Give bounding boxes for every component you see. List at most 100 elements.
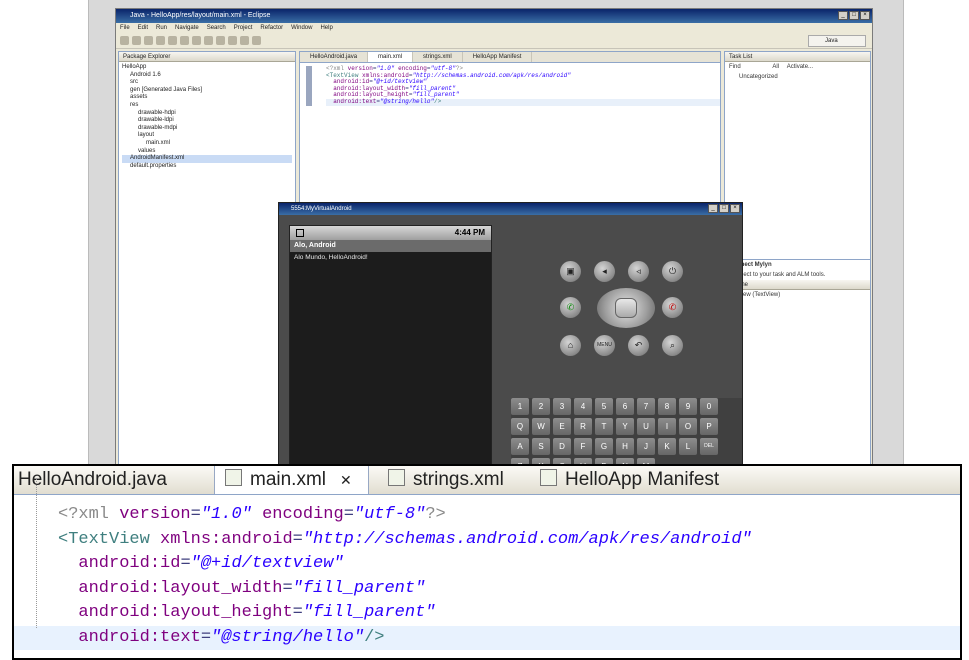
menu-refactor[interactable]: Refactor — [260, 23, 283, 33]
menu-icon[interactable]: MENU — [594, 335, 615, 356]
task-activate-link[interactable]: Activate... — [787, 64, 813, 70]
editor-code-small[interactable]: <?xml version="1.0" encoding="utf-8"?> <T… — [300, 63, 720, 106]
keyboard-key[interactable]: 0 — [700, 398, 718, 415]
tab-main-xml[interactable]: main.xml — [368, 52, 414, 62]
keyboard-key[interactable]: K — [658, 438, 676, 455]
menu-edit[interactable]: Edit — [138, 23, 148, 33]
tab-strings-xml[interactable]: strings.xml — [413, 52, 463, 62]
task-all-link[interactable]: All — [772, 64, 779, 70]
perspective-switcher[interactable]: Java — [808, 35, 866, 47]
zoomed-code[interactable]: <?xml version="1.0" encoding="utf-8"?> <T… — [14, 495, 960, 650]
keyboard-key[interactable]: Q — [511, 418, 529, 435]
tree-item[interactable]: values — [122, 148, 292, 156]
tree-item[interactable]: src — [122, 79, 292, 87]
home-icon[interactable]: ⌂ — [560, 335, 581, 356]
task-list-tab[interactable]: Task List — [725, 52, 870, 62]
outline-item[interactable]: textview (TextView) — [725, 290, 870, 300]
zoom-tab-strings-xml[interactable]: strings.xml — [370, 466, 520, 494]
keyboard-key[interactable]: D — [553, 438, 571, 455]
keyboard-key[interactable]: 2 — [532, 398, 550, 415]
keyboard-key[interactable]: W — [532, 418, 550, 435]
zoom-tab-main-xml[interactable]: main.xml ✕ — [214, 466, 369, 494]
tree-item[interactable]: gen [Generated Java Files] — [122, 87, 292, 95]
menu-help[interactable]: Help — [320, 23, 332, 33]
zoom-tab-helloandroid-java[interactable]: HelloAndroid.java — [14, 466, 198, 494]
keyboard-key[interactable]: 9 — [679, 398, 697, 415]
task-category[interactable]: Uncategorized — [725, 72, 870, 82]
keyboard-key[interactable]: P — [700, 418, 718, 435]
tree-item[interactable]: main.xml — [122, 140, 292, 148]
back-icon[interactable]: ↶ — [628, 335, 649, 356]
keyboard-key[interactable]: J — [637, 438, 655, 455]
close-button[interactable]: × — [860, 11, 870, 20]
package-explorer-tab[interactable]: Package Explorer — [119, 52, 295, 62]
close-tab-icon[interactable]: ✕ — [340, 472, 352, 488]
keyboard-key[interactable]: Y — [616, 418, 634, 435]
keyboard-key[interactable]: S — [532, 438, 550, 455]
dpad-center-button[interactable] — [615, 298, 637, 318]
search-icon[interactable]: ⌕ — [662, 335, 683, 356]
save-icon[interactable] — [132, 36, 141, 45]
task-find-input[interactable]: Find — [729, 64, 741, 70]
tree-item[interactable]: drawable-ldpi — [122, 117, 292, 125]
keyboard-key[interactable]: F — [574, 438, 592, 455]
tree-item[interactable]: HelloApp — [122, 64, 292, 72]
run-icon[interactable] — [192, 36, 201, 45]
tree-item[interactable]: Android 1.6 — [122, 72, 292, 80]
minimize-button[interactable]: _ — [838, 11, 848, 20]
new-icon[interactable] — [120, 36, 129, 45]
menu-project[interactable]: Project — [234, 23, 253, 33]
keyboard-key[interactable]: A — [511, 438, 529, 455]
search-icon[interactable] — [228, 36, 237, 45]
emu-minimize-button[interactable]: _ — [708, 204, 718, 213]
new-class-icon[interactable] — [216, 36, 225, 45]
debug-icon[interactable] — [180, 36, 189, 45]
menu-file[interactable]: File — [120, 23, 130, 33]
tree-item[interactable]: drawable-hdpi — [122, 110, 292, 118]
keyboard-key[interactable]: R — [574, 418, 592, 435]
tab-manifest[interactable]: HelloApp Manifest — [463, 52, 533, 62]
keyboard-key[interactable]: H — [616, 438, 634, 455]
menu-search[interactable]: Search — [207, 23, 226, 33]
keyboard-key[interactable]: I — [658, 418, 676, 435]
emu-maximize-button[interactable]: □ — [719, 204, 729, 213]
keyboard-key[interactable]: 6 — [616, 398, 634, 415]
android-sdk-icon[interactable] — [156, 36, 165, 45]
tree-item[interactable]: drawable-mdpi — [122, 125, 292, 133]
power-icon[interactable]: ⏻ — [662, 261, 683, 282]
keyboard-key[interactable]: 4 — [574, 398, 592, 415]
forward-icon[interactable] — [252, 36, 261, 45]
new-project-icon[interactable] — [168, 36, 177, 45]
maximize-button[interactable]: □ — [849, 11, 859, 20]
external-tools-icon[interactable] — [204, 36, 213, 45]
tab-helloandroid-java[interactable]: HelloAndroid.java — [300, 52, 369, 62]
print-icon[interactable] — [144, 36, 153, 45]
zoom-tab-manifest[interactable]: HelloApp Manifest — [524, 466, 734, 494]
keyboard-key[interactable]: U — [637, 418, 655, 435]
emu-close-button[interactable]: × — [730, 204, 740, 213]
keyboard-key[interactable]: 7 — [637, 398, 655, 415]
tree-item[interactable]: res — [122, 102, 292, 110]
call-icon[interactable]: ✆ — [560, 297, 581, 318]
end-call-icon[interactable]: ✆ — [662, 297, 683, 318]
menu-window[interactable]: Window — [291, 23, 312, 33]
keyboard-key[interactable]: E — [553, 418, 571, 435]
keyboard-key[interactable]: DEL — [700, 438, 718, 455]
back-icon[interactable] — [240, 36, 249, 45]
camera-icon[interactable]: ▣ — [560, 261, 581, 282]
tree-item[interactable]: AndroidManifest.xml — [122, 155, 292, 163]
menu-navigate[interactable]: Navigate — [175, 23, 199, 33]
outline-tab[interactable]: Outline — [725, 280, 870, 290]
volume-up-icon[interactable]: ◃ — [628, 261, 649, 282]
tree-item[interactable]: layout — [122, 132, 292, 140]
tree-item[interactable]: assets — [122, 94, 292, 102]
keyboard-key[interactable]: 5 — [595, 398, 613, 415]
keyboard-key[interactable]: 8 — [658, 398, 676, 415]
keyboard-key[interactable]: G — [595, 438, 613, 455]
menu-run[interactable]: Run — [156, 23, 167, 33]
keyboard-key[interactable]: O — [679, 418, 697, 435]
keyboard-key[interactable]: 1 — [511, 398, 529, 415]
keyboard-key[interactable]: 3 — [553, 398, 571, 415]
tree-item[interactable]: default.properties — [122, 163, 292, 171]
mylyn-text[interactable]: Connect to your task and ALM tools. — [725, 270, 870, 280]
